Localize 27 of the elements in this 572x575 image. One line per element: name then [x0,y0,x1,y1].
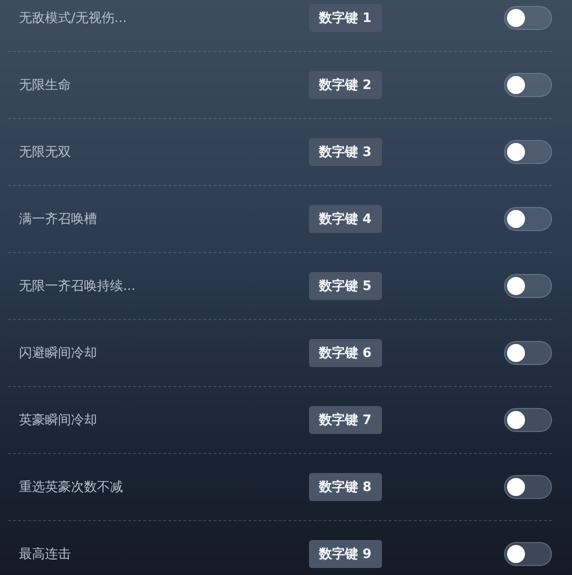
toggle-switch[interactable] [504,73,552,97]
cheat-label: 重选英豪次数不减 [19,479,123,496]
toggle-switch[interactable] [504,408,552,432]
cheat-label: 满一齐召唤槽 [19,211,97,228]
cheat-label: 无限无双 [19,144,71,161]
hotkey-badge: 数字键 6 [309,339,382,367]
hotkey-badge: 数字键 7 [309,406,382,434]
cheat-label: 英豪瞬间冷却 [19,412,97,429]
toggle-switch[interactable] [504,542,552,566]
hotkey-badge: 数字键 1 [309,4,382,32]
cheat-label: 无限生命 [19,77,71,94]
hotkey-badge: 数字键 5 [309,272,382,300]
toggle-switch[interactable] [504,341,552,365]
toggle-switch[interactable] [504,6,552,30]
toggle-switch[interactable] [504,207,552,231]
cheat-label: 闪避瞬间冷却 [19,345,97,362]
hotkey-badge: 数字键 3 [309,138,382,166]
toggle-switch[interactable] [504,140,552,164]
cheat-label: 无限一齐召唤持续... [19,278,136,295]
toggle-switch[interactable] [504,475,552,499]
hotkey-badge: 数字键 2 [309,71,382,99]
hotkey-badge: 数字键 4 [309,205,382,233]
hotkey-badge: 数字键 9 [309,540,382,568]
cheat-label: 最高连击 [19,546,71,563]
toggle-switch[interactable] [504,274,552,298]
cheat-label: 无敌模式/无视伤... [19,10,127,27]
hotkey-badge: 数字键 8 [309,473,382,501]
